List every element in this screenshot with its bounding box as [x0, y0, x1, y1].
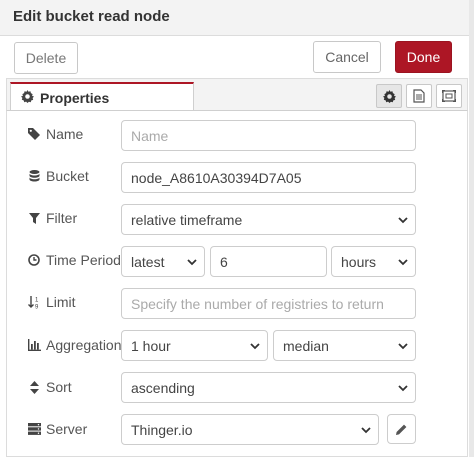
cancel-button[interactable]: Cancel: [313, 41, 381, 73]
time-period-unit-select[interactable]: hours: [331, 246, 416, 277]
time-period-mode-value: latest: [131, 253, 165, 270]
chevron-down-icon: [250, 343, 260, 350]
pencil-icon: [396, 424, 407, 435]
svg-text:9: 9: [35, 304, 39, 309]
limit-input[interactable]: Specify the number of registries to retu…: [121, 288, 416, 319]
aggregation-interval-value: 1 hour: [131, 337, 171, 354]
chevron-down-icon: [398, 385, 408, 392]
database-icon: [26, 169, 42, 183]
filter-label: Filter: [46, 210, 78, 226]
aggregation-label: Aggregation: [46, 337, 122, 353]
svg-text:1: 1: [35, 297, 39, 303]
name-label: Name: [46, 126, 84, 142]
delete-button[interactable]: Delete: [14, 42, 78, 74]
sort-numeric-icon: 19: [26, 295, 42, 309]
aggregation-interval-select[interactable]: 1 hour: [121, 330, 268, 361]
filter-select-value: relative timeframe: [131, 211, 243, 228]
tab-appearance-icon[interactable]: [436, 84, 462, 108]
time-period-amount-input[interactable]: 6: [210, 246, 327, 277]
time-period-mode-select[interactable]: latest: [121, 246, 205, 277]
tabs-bar: Properties: [0, 76, 474, 111]
time-period-unit-value: hours: [341, 253, 377, 270]
edit-server-button[interactable]: [387, 414, 416, 444]
time-period-row-label: Time Period: [26, 250, 121, 270]
aggregation-row-label: Aggregation: [26, 335, 122, 355]
aggregation-function-select[interactable]: median: [273, 330, 416, 361]
filter-row-label: Filter: [26, 208, 77, 228]
chevron-down-icon: [398, 343, 408, 350]
sort-label: Sort: [46, 379, 72, 395]
done-button[interactable]: Done: [395, 41, 452, 73]
tag-icon: [26, 128, 42, 140]
bucket-label: Bucket: [46, 168, 89, 184]
filter-select[interactable]: relative timeframe: [121, 204, 416, 235]
tray-header: Edit bucket read node: [0, 0, 474, 36]
chevron-down-icon: [361, 427, 371, 434]
name-row-label: Name: [26, 124, 83, 144]
scrollbar-edge: [469, 0, 474, 457]
bar-chart-icon: [26, 339, 42, 351]
sort-row-label: Sort: [26, 377, 72, 397]
filter-icon: [26, 212, 42, 224]
server-label: Server: [46, 421, 88, 437]
tray-title: Edit bucket read node: [13, 8, 170, 25]
limit-label: Limit: [46, 294, 76, 310]
chevron-down-icon: [398, 259, 408, 266]
server-row-label: Server: [26, 419, 87, 439]
tab-properties-label: Properties: [40, 89, 110, 106]
server-select-value: Thinger.io: [131, 421, 193, 438]
server-icon: [26, 423, 42, 435]
tray-toolbar: Delete Cancel Done: [0, 36, 474, 76]
chevron-down-icon: [398, 217, 408, 224]
bucket-input[interactable]: node_A8610A30394D7A05: [121, 162, 416, 193]
tab-description-icon[interactable]: [406, 84, 432, 108]
clock-icon: [26, 254, 42, 266]
chevron-down-icon: [187, 259, 197, 266]
tab-settings-icon[interactable]: [376, 84, 402, 108]
sort-icon: [26, 380, 42, 394]
name-input[interactable]: Name: [121, 120, 416, 151]
server-select[interactable]: Thinger.io: [121, 414, 379, 445]
limit-row-label: 19 Limit: [26, 292, 76, 312]
gear-icon: [21, 89, 34, 106]
tab-properties[interactable]: Properties: [10, 82, 194, 111]
sort-select-value: ascending: [131, 379, 195, 396]
time-period-label: Time Period: [46, 252, 121, 268]
sort-select[interactable]: ascending: [121, 372, 416, 403]
bucket-row-label: Bucket: [26, 166, 89, 186]
aggregation-function-value: median: [283, 337, 329, 354]
